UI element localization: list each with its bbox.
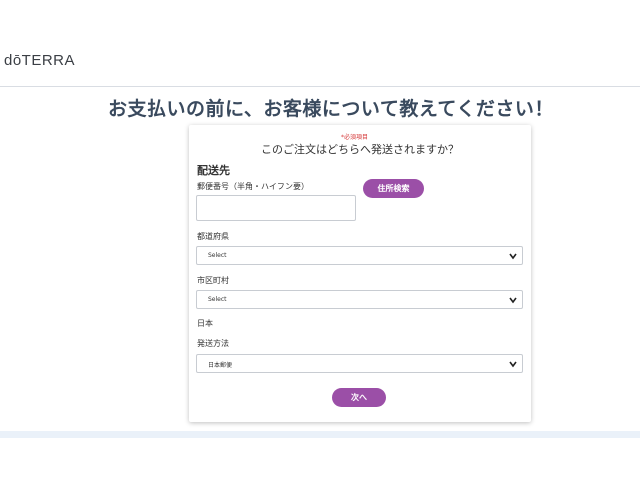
- postal-code-input[interactable]: [196, 195, 356, 221]
- country-text: 日本: [197, 319, 213, 328]
- shipping-method-select-value: 日本郵便: [208, 362, 233, 369]
- chevron-down-icon: [509, 297, 517, 304]
- page-title: お支払いの前に、お客様について教えてください！: [108, 98, 554, 120]
- address-search-button[interactable]: 住所検索: [363, 179, 424, 198]
- section-title-shipping: 配送先: [197, 164, 230, 177]
- postal-code-label: 郵便番号（半角・ハイフン要）: [197, 182, 309, 191]
- prefecture-select[interactable]: Select: [196, 246, 523, 265]
- doterra-logo[interactable]: dōTERRA: [4, 52, 75, 69]
- city-select[interactable]: Select: [196, 290, 523, 309]
- chevron-down-icon: [509, 361, 517, 368]
- prefecture-label: 都道府県: [197, 232, 229, 241]
- prefecture-select-value: Select: [208, 252, 227, 259]
- next-button[interactable]: 次へ: [332, 388, 386, 407]
- footer-divider: [0, 431, 640, 438]
- city-select-value: Select: [208, 296, 227, 303]
- city-label: 市区町村: [197, 276, 229, 285]
- shipping-question: このご注文はどちらへ発送されますか？: [261, 143, 459, 156]
- shipping-method-label: 発送方法: [197, 339, 229, 348]
- site-header: dōTERRA: [0, 0, 640, 87]
- shipping-form-card: *必須項目 このご注文はどちらへ発送されますか？ 配送先 郵便番号（半角・ハイフ…: [189, 125, 531, 422]
- required-note: *必須項目: [341, 134, 369, 141]
- shipping-method-select[interactable]: 日本郵便: [196, 354, 523, 373]
- chevron-down-icon: [509, 253, 517, 260]
